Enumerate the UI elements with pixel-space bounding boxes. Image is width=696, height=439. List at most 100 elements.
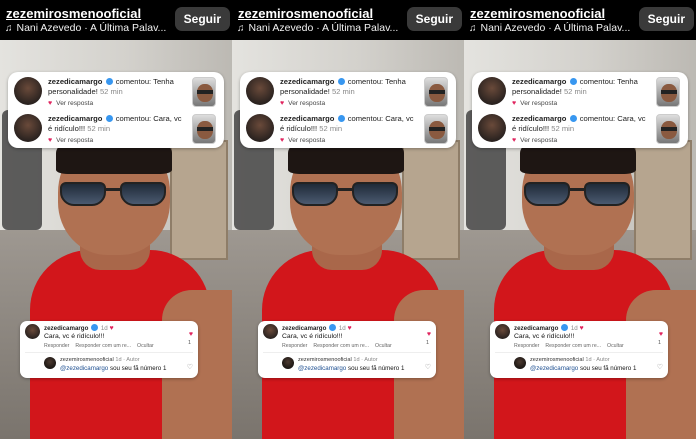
avatar[interactable] — [478, 77, 506, 105]
comment-body: Cara, vc é ridículo!!! — [282, 333, 343, 340]
mention-link[interactable]: @zezedicamargo — [60, 365, 108, 372]
reply-with-reel-button[interactable]: Responder com um re... — [75, 343, 131, 349]
comment-author[interactable]: zezedicamargo 1d ♥ — [282, 324, 352, 332]
avatar[interactable] — [25, 324, 40, 339]
comment-actions: ♥ Ver resposta — [280, 137, 325, 144]
mention-link[interactable]: @zezedicamargo — [298, 365, 346, 372]
comment-action-row: Responder Responder com um re... Ocultar — [44, 343, 154, 349]
comment-thread-card: zezedicamargo 1d ♥ ♥ 1 Cara, vc é ridícu… — [258, 321, 436, 378]
reply-button[interactable]: Responder — [514, 343, 539, 349]
reply-author[interactable]: zezemirosmenooficial 1d · Autor — [530, 357, 610, 363]
heart-icon: ♥ — [347, 325, 352, 332]
profile-username[interactable]: zezemirosmenooficial — [238, 6, 373, 21]
audio-track[interactable]: ♫ Nani Azevedo · A Última Palav... — [469, 22, 630, 34]
comment-text: zezedicamargo comentou: Tenha personalid… — [48, 77, 174, 96]
background-shelf — [402, 140, 460, 260]
follow-button[interactable]: Seguir — [174, 7, 230, 31]
view-reply-link[interactable]: Ver resposta — [520, 137, 557, 144]
heart-icon[interactable]: ♥ — [280, 100, 284, 107]
heart-icon[interactable]: ♥ — [280, 137, 284, 144]
video-frame[interactable]: zezedicamargo comentou: Tenha personalid… — [464, 40, 696, 439]
reply-with-reel-button[interactable]: Responder com um re... — [545, 343, 601, 349]
follow-button[interactable]: Seguir — [406, 7, 462, 31]
comment-item[interactable]: zezedicamargo comentou: Cara, vc é ridíc… — [12, 112, 220, 148]
audio-track[interactable]: ♫ Nani Azevedo · A Última Palav... — [5, 22, 166, 34]
comment-action-row: Responder Responder com um re... Ocultar — [282, 343, 392, 349]
reel-thumbnail[interactable] — [656, 77, 680, 107]
view-reply-link[interactable]: Ver resposta — [288, 137, 325, 144]
reply-button[interactable]: Responder — [282, 343, 307, 349]
like-heart-icon[interactable]: ♥ — [659, 331, 663, 338]
reel-thumbnail[interactable] — [424, 77, 448, 107]
reply-button[interactable]: Responder — [44, 343, 69, 349]
avatar[interactable] — [514, 357, 526, 369]
video-frame[interactable]: zezedicamargo comentou: Tenha personalid… — [232, 40, 464, 439]
profile-username[interactable]: zezemirosmenooficial — [6, 6, 141, 21]
comment-item[interactable]: zezedicamargo comentou: Cara, vc é ridíc… — [244, 112, 452, 148]
avatar[interactable] — [246, 77, 274, 105]
follow-button[interactable]: Seguir — [638, 7, 694, 31]
like-heart-icon[interactable]: ♡ — [657, 363, 663, 371]
reel-thumbnail[interactable] — [192, 114, 216, 144]
reel-header: zezemirosmenooficial ♫ Nani Azevedo · A Ú… — [232, 0, 464, 40]
heart-icon[interactable]: ♥ — [48, 100, 52, 107]
comment-item[interactable]: zezedicamargo comentou: Tenha personalid… — [12, 75, 220, 111]
reply-with-reel-button[interactable]: Responder com um re... — [313, 343, 369, 349]
like-heart-icon[interactable]: ♥ — [427, 331, 431, 338]
audio-track[interactable]: ♫ Nani Azevedo · A Última Palav... — [237, 22, 398, 34]
like-heart-icon[interactable]: ♡ — [425, 363, 431, 371]
heart-icon[interactable]: ♥ — [48, 137, 52, 144]
verified-badge-icon — [337, 78, 345, 85]
comment-thread-card: zezedicamargo 1d ♥ ♥ 1 Cara, vc é ridícu… — [490, 321, 668, 378]
hide-button[interactable]: Ocultar — [607, 343, 624, 349]
comment-text: zezedicamargo comentou: Cara, vc é ridíc… — [512, 114, 646, 133]
reply-author[interactable]: zezemirosmenooficial 1d · Autor — [298, 357, 378, 363]
reel-header: zezemirosmenooficial ♫ Nani Azevedo · A Ú… — [0, 0, 232, 40]
avatar[interactable] — [495, 324, 510, 339]
like-heart-icon[interactable]: ♡ — [187, 363, 193, 371]
reel-thumbnail[interactable] — [656, 114, 680, 144]
divider — [25, 352, 193, 353]
reply-author[interactable]: zezemirosmenooficial 1d · Autor — [60, 357, 140, 363]
hide-button[interactable]: Ocultar — [375, 343, 392, 349]
heart-icon[interactable]: ♥ — [512, 100, 516, 107]
comment-actions: ♥ Ver resposta — [48, 100, 93, 107]
comment-item[interactable]: zezedicamargo comentou: Tenha personalid… — [244, 75, 452, 111]
comment-overlay-card: zezedicamargo comentou: Tenha personalid… — [240, 72, 456, 148]
divider — [495, 352, 663, 353]
comment-actions: ♥ Ver resposta — [512, 137, 557, 144]
view-reply-link[interactable]: Ver resposta — [288, 100, 325, 107]
comment-text: zezedicamargo comentou: Tenha personalid… — [280, 77, 406, 96]
verified-badge-icon — [91, 324, 99, 331]
reply-body: @zezedicamargo sou seu fã número 1 — [530, 365, 637, 372]
avatar[interactable] — [282, 357, 294, 369]
mention-link[interactable]: @zezedicamargo — [530, 365, 578, 372]
comment-author[interactable]: zezedicamargo 1d ♥ — [44, 324, 114, 332]
music-note-icon: ♫ — [469, 22, 477, 34]
avatar[interactable] — [14, 77, 42, 105]
comment-item[interactable]: zezedicamargo comentou: Tenha personalid… — [476, 75, 684, 111]
view-reply-link[interactable]: Ver resposta — [56, 100, 93, 107]
profile-username[interactable]: zezemirosmenooficial — [470, 6, 605, 21]
view-reply-link[interactable]: Ver resposta — [56, 137, 93, 144]
sunglasses — [524, 182, 630, 208]
background-shelf — [634, 140, 692, 260]
view-reply-link[interactable]: Ver resposta — [520, 100, 557, 107]
heart-icon: ♥ — [109, 325, 114, 332]
video-frame[interactable]: zezedicamargo comentou: Tenha personalid… — [0, 40, 232, 439]
verified-badge-icon — [105, 78, 113, 85]
like-heart-icon[interactable]: ♥ — [189, 331, 193, 338]
comment-thread-card: zezedicamargo 1d ♥ ♥ 1 Cara, vc é ridícu… — [20, 321, 198, 378]
reel-thumbnail[interactable] — [192, 77, 216, 107]
comment-author[interactable]: zezedicamargo 1d ♥ — [514, 324, 584, 332]
heart-icon[interactable]: ♥ — [512, 137, 516, 144]
avatar[interactable] — [14, 114, 42, 142]
avatar[interactable] — [44, 357, 56, 369]
comment-overlay-card: zezedicamargo comentou: Tenha personalid… — [8, 72, 224, 148]
avatar[interactable] — [263, 324, 278, 339]
avatar[interactable] — [478, 114, 506, 142]
hide-button[interactable]: Ocultar — [137, 343, 154, 349]
avatar[interactable] — [246, 114, 274, 142]
comment-item[interactable]: zezedicamargo comentou: Cara, vc é ridíc… — [476, 112, 684, 148]
reel-thumbnail[interactable] — [424, 114, 448, 144]
